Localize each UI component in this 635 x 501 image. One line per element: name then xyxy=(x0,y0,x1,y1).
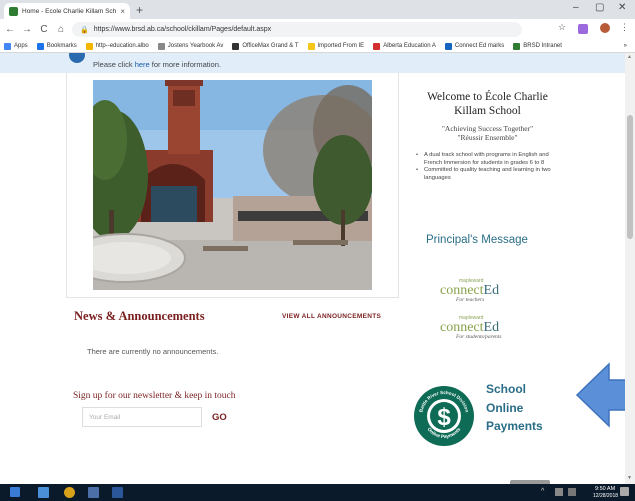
bookmark-label: Bookmarks xyxy=(46,43,77,49)
lock-icon: 🔒 xyxy=(80,26,89,34)
pointer-arrow-icon xyxy=(575,362,625,428)
bookmark-favicon-icon xyxy=(36,42,44,50)
browser-toolbar: ← → C ⌂ 🔒 https://www.brsd.ab.ca/school/… xyxy=(0,19,635,40)
bookmark-favicon-icon xyxy=(232,42,240,50)
motto-english: "Achieving Success Together" xyxy=(441,124,534,133)
bookmark-label: http--education.albo xyxy=(95,43,149,49)
bookmark-label: Apps xyxy=(14,43,28,49)
bookmark-favicon-icon xyxy=(373,42,381,50)
page-scrollbar[interactable]: ▲ ▼ xyxy=(625,53,635,484)
page-content: Please click here for more information. xyxy=(0,53,625,484)
clock-time[interactable]: 9:50 AM xyxy=(595,486,615,492)
word-icon[interactable] xyxy=(112,487,123,498)
bookmark-star-icon[interactable]: ☆ xyxy=(558,22,566,33)
notice-text: Please click here for more information. xyxy=(93,60,221,69)
bookmark-label: Connect Ed marks xyxy=(454,43,505,49)
desktop-icon[interactable] xyxy=(38,487,49,498)
list-item: A dual track school with programs in Eng… xyxy=(416,152,566,167)
school-highlights-list: A dual track school with programs in Eng… xyxy=(416,152,566,182)
tab-close-icon[interactable]: × xyxy=(120,7,125,16)
home-icon[interactable]: ⌂ xyxy=(54,24,68,35)
notifications-icon[interactable] xyxy=(620,487,629,496)
newsletter-heading: Sign up for our newsletter & keep in tou… xyxy=(73,391,236,401)
principal-message-link[interactable]: Principal's Message xyxy=(426,234,528,246)
scroll-down-icon[interactable]: ▼ xyxy=(627,475,632,481)
bookmark-label: OfficeMax Grand & T xyxy=(242,43,299,49)
windows-start-icon[interactable] xyxy=(10,487,20,497)
address-bar[interactable]: 🔒 https://www.brsd.ab.ca/school/ckillam/… xyxy=(72,22,522,37)
tab-title: Home - Ecole Charlie Killam Sch xyxy=(22,7,117,15)
network-icon[interactable] xyxy=(555,488,563,496)
url-text[interactable]: https://www.brsd.ab.ca/school/ckillam/Pa… xyxy=(94,26,271,33)
connected-students-logo[interactable]: mapleward connectEd For students/parents xyxy=(440,315,530,347)
bookmark-item[interactable]: Imported From IE xyxy=(307,42,365,50)
news-heading: News & Announcements xyxy=(74,309,205,323)
profile-avatar[interactable] xyxy=(600,23,610,33)
clock-date[interactable]: 12/28/2018 xyxy=(593,493,618,499)
payments-seal-logo[interactable]: $ Battle River School Division Online Pa… xyxy=(413,385,475,447)
bookmarks-bar: Apps Bookmarks http--education.albo Jostens… xyxy=(0,40,635,53)
chrome-icon[interactable] xyxy=(64,487,75,498)
no-announcements-text: There are currently no announcements. xyxy=(87,347,219,356)
new-tab-button[interactable]: + xyxy=(136,3,143,17)
browser-tab[interactable]: Home - Ecole Charlie Killam Sch × xyxy=(4,3,130,19)
notice-link[interactable]: here xyxy=(135,60,150,69)
bookmark-label: Alberta Education A xyxy=(383,43,436,49)
motto-french: "Réussir Ensemble" xyxy=(457,133,518,142)
bookmark-item[interactable]: Bookmarks xyxy=(36,42,77,50)
close-window-icon[interactable]: ✕ xyxy=(618,2,626,13)
bookmark-label: Imported From IE xyxy=(317,43,365,49)
email-input[interactable] xyxy=(82,407,202,427)
bookmark-item[interactable]: Apps xyxy=(4,42,28,50)
extension-icon[interactable] xyxy=(578,24,588,34)
back-icon[interactable]: ← xyxy=(3,24,17,35)
bookmark-item[interactable]: http--education.albo xyxy=(85,42,149,50)
bookmark-label: BRSD Intranet xyxy=(523,43,562,49)
maximize-icon[interactable]: ▢ xyxy=(595,2,604,13)
browser-menu-icon[interactable]: ⋮ xyxy=(620,22,629,33)
bookmark-favicon-icon xyxy=(444,42,452,50)
app-icon[interactable] xyxy=(88,487,99,498)
dollar-sign-icon: $ xyxy=(437,404,451,431)
bookmark-item[interactable]: Alberta Education A xyxy=(373,42,436,50)
bookmark-favicon-icon xyxy=(4,42,11,50)
bookmark-item[interactable]: OfficeMax Grand & T xyxy=(232,42,299,50)
bookmark-favicon-icon xyxy=(513,42,521,50)
reload-icon[interactable]: C xyxy=(37,24,51,35)
windows-taskbar: ^ 9:50 AM 12/28/2018 xyxy=(0,484,635,501)
view-all-announcements-link[interactable]: VIEW ALL ANNOUNCEMENTS xyxy=(282,313,381,320)
online-payments-link[interactable]: School Online Payments xyxy=(486,380,543,436)
bookmark-favicon-icon xyxy=(307,42,315,50)
scroll-up-icon[interactable]: ▲ xyxy=(627,54,632,60)
tab-bar: Home - Ecole Charlie Killam Sch × + – ▢ … xyxy=(0,0,635,19)
scrollbar-thumb[interactable] xyxy=(627,115,633,239)
bookmark-favicon-icon xyxy=(157,42,165,50)
notice-banner: Please click here for more information. xyxy=(0,53,625,73)
info-icon xyxy=(69,53,85,63)
bookmark-label: Jostens Yearbook Av xyxy=(167,43,224,49)
connected-teachers-logo[interactable]: mapleward connectEd For teachers xyxy=(440,278,530,310)
bookmarks-overflow-icon[interactable]: » xyxy=(624,43,627,49)
minimize-icon[interactable]: – xyxy=(573,2,579,13)
volume-icon[interactable] xyxy=(568,488,576,496)
list-item: Committed to quality teaching and learni… xyxy=(416,167,566,182)
welcome-title: Welcome to École Charlie Killam School xyxy=(427,91,548,117)
tray-expand-icon[interactable]: ^ xyxy=(541,488,544,495)
bookmark-item[interactable]: Connect Ed marks xyxy=(444,42,505,50)
school-building-photo xyxy=(93,80,372,290)
go-button[interactable]: GO xyxy=(212,412,227,423)
bookmark-item[interactable]: Jostens Yearbook Av xyxy=(157,42,224,50)
bookmark-item[interactable]: BRSD Intranet xyxy=(513,42,562,50)
bookmark-favicon-icon xyxy=(85,42,93,50)
forward-icon[interactable]: → xyxy=(20,24,34,35)
school-favicon-icon xyxy=(9,6,18,16)
school-motto: "Achieving Success Together" "Réussir En… xyxy=(410,124,565,142)
